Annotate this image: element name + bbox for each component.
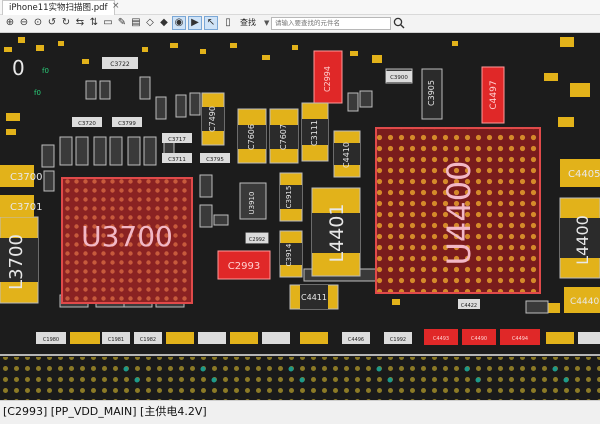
c1982-label: C1982 [140,337,156,343]
c7607-label: C7607 [279,124,288,150]
c3915-label: C3915 [285,186,293,209]
marker-zero-label: 0 [12,56,25,80]
toolbar: ⊕ ⊖ ⊙ ↺ ↻ ⇆ ⇅ ▭ ✎ ▤ ◇ ◆ ◉ ▶ ↖ ▯ 查找 ▼ [0,15,600,33]
zoom-out-icon[interactable]: ⊖ [18,17,30,29]
c4496-label: C4496 [348,337,364,343]
zoom-in-icon[interactable]: ⊕ [4,17,16,29]
pcb-board-canvas[interactable]: U3700 U4400 L4401 L3700 L4400 C2993 C299… [0,33,600,400]
c3905-label: C3905 [427,80,436,106]
c3722-label: C3722 [110,61,130,68]
c1981-label: C1981 [108,337,124,343]
layers-icon[interactable]: ▤ [130,17,142,29]
c4494-label: C4494 [512,336,528,342]
c1980-label: C1980 [43,337,59,343]
status-text: [C2993] [PP_VDD_MAIN] [主供电4.2V] [3,405,207,418]
title-bar: iPhone11实物扫描图.pdf × [0,0,600,15]
c4440-label: C4440 [570,297,599,307]
c3720-label: C3720 [78,121,96,127]
tab-close-icon[interactable]: × [112,1,120,11]
c7490-label: C7490 [208,106,217,132]
play-icon[interactable]: ▶ [188,16,202,30]
c4405-label: C4405 [568,169,600,180]
marker-f0-label: f0 [42,67,49,75]
c3914-label: C3914 [285,243,293,266]
c3799-label: C3799 [118,121,136,127]
diamond-icon[interactable]: ◇ [144,17,156,29]
brush-icon[interactable]: ✎ [116,17,128,29]
l4401-label: L4401 [326,204,348,263]
search-icon[interactable] [393,17,405,29]
file-tab[interactable]: iPhone11实物扫描图.pdf [2,0,115,15]
c2993-label: C2993 [228,261,260,272]
bottom-component-row: C1980 C1981 C1982 C4496 C1992 C4493 C449… [4,329,600,349]
l3700-label: L3700 [6,234,27,290]
c2994-label: C2994 [323,66,332,92]
c4422-label: C4422 [461,303,477,309]
c4411-label: C4411 [301,293,327,302]
pointer-icon[interactable]: ↖ [204,16,218,30]
status-bar: [C2993] [PP_VDD_MAIN] [主供电4.2V] [0,400,600,424]
pcb-board-svg[interactable]: U3700 U4400 L4401 L3700 L4400 C2993 C299… [0,33,600,400]
c2992-label: C2992 [249,237,265,243]
search-dropdown-icon[interactable]: ▼ [264,19,269,27]
color-icon[interactable]: ◆ [158,17,170,29]
file-tab-label: iPhone11实物扫描图.pdf [9,3,108,13]
rotate-right-icon[interactable]: ↻ [60,17,72,29]
flip-icon[interactable]: ⇆ [74,17,86,29]
net-highlight-icon[interactable]: ◉ [172,16,186,30]
mouse-icon[interactable]: ▯ [222,17,234,29]
c1992-label: C1992 [390,337,406,343]
c3717-label: C3717 [168,137,186,143]
c3701-label: C3701 [10,202,42,213]
c3700-label: C3700 [10,172,42,183]
search-button[interactable]: 查找 [240,17,256,29]
l4400-label: L4400 [573,215,592,265]
u3700-label: U3700 [81,220,173,253]
c3111-label: C3111 [310,120,319,146]
c3900-label: C3900 [390,75,408,81]
search-input[interactable] [271,17,391,30]
zoom-fit-icon[interactable]: ⊙ [32,17,44,29]
rotate-left-icon[interactable]: ↺ [46,17,58,29]
u3910-label: U3910 [248,192,256,215]
c4493-label: C4493 [433,336,449,342]
c3711-label: C3711 [168,157,186,163]
marker-f0b-label: f0 [34,89,41,97]
c4497-label: C4497 [489,80,499,109]
mirror-icon[interactable]: ⇅ [88,17,100,29]
c7606-label: C7606 [247,124,256,150]
c4410-label: C4410 [342,142,351,168]
c4490-label: C4490 [471,336,487,342]
c3795-label: C3795 [206,157,224,163]
frame-icon[interactable]: ▭ [102,17,114,29]
u4400-label: U4400 [440,161,478,266]
